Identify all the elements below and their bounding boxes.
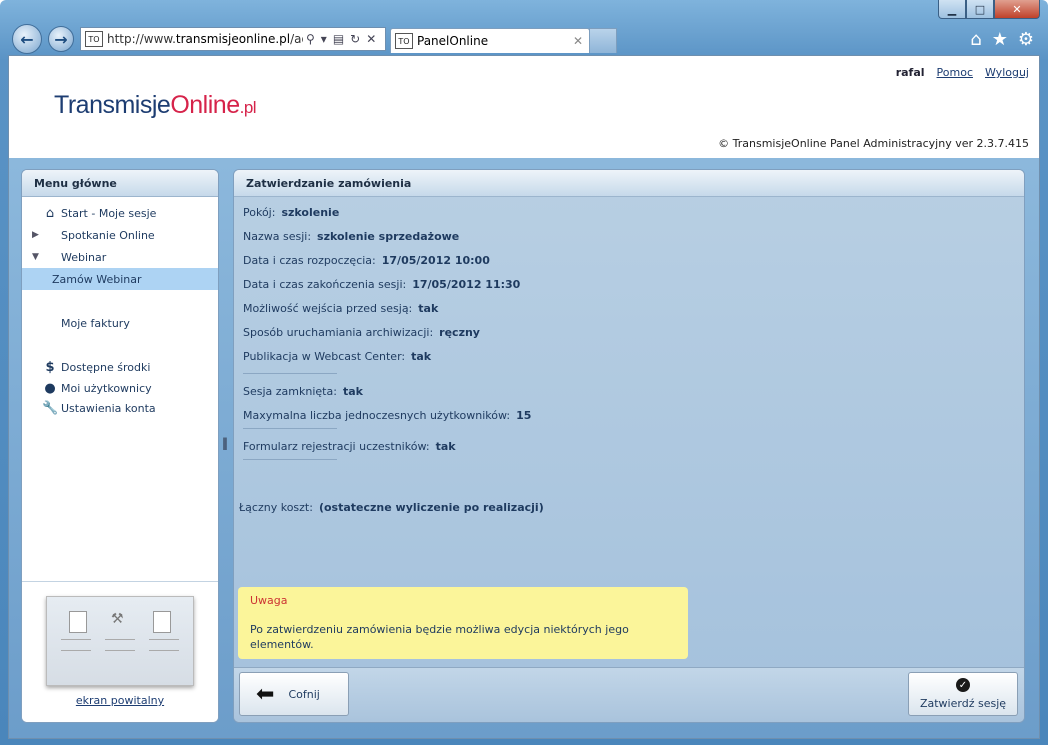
help-link[interactable]: Pomoc: [937, 66, 973, 79]
sidebar-item-label: Moi użytkownicy: [61, 381, 152, 395]
address-bar[interactable]: TO http://www.transmisjeonline.pl/adm ⚲ …: [80, 27, 386, 51]
tab-close-icon[interactable]: ✕: [573, 34, 583, 48]
site-favicon-icon: TO: [85, 31, 103, 47]
divider: [243, 428, 337, 429]
warning-text: Po zatwierdzeniu zamówienia będzie możli…: [250, 623, 629, 651]
copyright-text: © TransmisjeOnline Panel Administracyjny…: [718, 137, 1029, 150]
sidebar-item-label: Spotkanie Online: [61, 228, 155, 242]
page-title: Zatwierdzanie zamówienia: [234, 170, 1024, 197]
arrow-left-icon: ←: [20, 29, 34, 49]
sidebar-item-moi-uzytkownicy[interactable]: ● Moi użytkownicy: [22, 378, 218, 398]
user-icon: ●: [44, 380, 56, 396]
panel-splitter-handle[interactable]: ‖: [222, 436, 228, 456]
url-prefix: http://www.: [107, 32, 176, 46]
field-webcast-publication: Publikacja w Webcast Center: tak: [243, 350, 432, 363]
user-links: rafal Pomoc Wyloguj: [896, 66, 1029, 79]
field-start-datetime: Data i czas rozpoczęcia: 17/05/2012 10:00: [243, 254, 490, 267]
sidebar-item-label: Start - Moje sesje: [61, 206, 157, 220]
confirm-button-label: Zatwierdź sesję: [919, 697, 1007, 710]
field-early-entry: Możliwość wejścia przed sesją: tak: [243, 302, 439, 315]
browser-window: ▁ □ ✕ ← → TO http://www.transmisjeonline…: [0, 0, 1048, 745]
sidebar-item-label: Webinar: [61, 250, 107, 264]
total-cost: Łączny koszt: (ostateczne wyliczenie po r…: [239, 501, 544, 514]
home-icon[interactable]: ⌂: [970, 29, 981, 50]
checkmark-icon: ✓: [956, 678, 970, 692]
minimize-button[interactable]: ▁: [938, 0, 966, 19]
url-domain: transmisjeonline.pl: [175, 32, 291, 46]
warning-title: Uwaga: [250, 594, 288, 607]
warning-box: Uwaga Po zatwierdzeniu zamówienia będzie…: [238, 587, 688, 659]
confirm-session-button[interactable]: ✓ Zatwierdź sesję: [908, 672, 1018, 716]
sidebar-panel: Menu główne ⌂ Start - Moje sesje ▶ Spotk…: [21, 169, 219, 723]
tab-favicon-icon: TO: [395, 33, 413, 49]
expand-arrow-icon[interactable]: ▶: [32, 230, 39, 240]
site-logo[interactable]: TransmisjeOnline.pl: [54, 91, 257, 120]
username: rafal: [895, 66, 925, 79]
sidebar-menu: ⌂ Start - Moje sesje ▶ Spotkanie Online …: [22, 197, 218, 418]
sidebar-item-webinar[interactable]: ▼ Webinar: [22, 246, 218, 268]
field-closed-session: Sesja zamknięta: tak: [243, 385, 363, 398]
field-max-users: Maxymalna liczba jednoczesnych użytkowni…: [243, 409, 532, 422]
browser-toolbar-icons: ⌂ ★ ⚙: [970, 29, 1034, 50]
arrow-left-icon: ⬅: [256, 681, 275, 707]
welcome-screen-link[interactable]: ekran powitalny: [22, 694, 218, 707]
action-toolbar: ⬅ Cofnij ✓ Zatwierdź sesję: [234, 667, 1024, 722]
field-room: Pokój: szkolenie: [243, 206, 340, 219]
sidebar-item-zamow-webinar[interactable]: Zamów Webinar: [22, 268, 218, 290]
dollar-icon: $: [45, 359, 55, 375]
logo-text-transmisje: Transmisje: [54, 91, 171, 119]
arrow-right-icon: →: [54, 29, 68, 49]
collapse-arrow-icon[interactable]: ▼: [32, 252, 39, 262]
divider: [243, 373, 337, 374]
order-confirmation-panel: Zatwierdzanie zamówienia Pokój: szkolenie…: [233, 169, 1025, 723]
sidebar-item-label: Moje faktury: [61, 316, 130, 330]
compat-view-icon[interactable]: ▤: [333, 32, 344, 46]
tab-title: PanelOnline: [417, 34, 489, 48]
welcome-screen-section: ⚒ ekran powitalny: [22, 581, 218, 722]
logo-text-online: Online: [170, 91, 240, 119]
browser-tab[interactable]: TO PanelOnline ✕: [390, 28, 590, 53]
field-session-name: Nazwa sesji: szkolenie sprzedażowe: [243, 230, 460, 243]
back-button[interactable]: ⬅ Cofnij: [239, 672, 349, 716]
sidebar-item-spotkanie-online[interactable]: ▶ Spotkanie Online: [22, 224, 218, 246]
search-icon[interactable]: ⚲: [306, 32, 315, 46]
new-tab-button[interactable]: [589, 28, 617, 53]
home-icon: ⌂: [45, 205, 55, 221]
back-button-label: Cofnij: [288, 687, 320, 701]
refresh-icon[interactable]: ↻: [350, 32, 360, 46]
sidebar-item-label: Zamów Webinar: [52, 272, 142, 286]
tools-gear-icon[interactable]: ⚙: [1018, 29, 1034, 50]
wrench-icon: ⚒: [111, 611, 124, 627]
window-controls: ▁ □ ✕: [938, 0, 1040, 19]
sidebar-item-label: Ustawienia konta: [61, 401, 156, 415]
page-content: TransmisjeOnline.pl rafal Pomoc Wyloguj …: [8, 55, 1040, 739]
sidebar-title: Menu główne: [22, 170, 218, 197]
field-registration-form: Formularz rejestracji uczestników: tak: [243, 440, 456, 453]
divider: [243, 459, 337, 460]
sidebar-item-dostepne-srodki[interactable]: $ Dostępne środki: [22, 356, 218, 378]
page-header: TransmisjeOnline.pl rafal Pomoc Wyloguj …: [9, 56, 1039, 158]
dropdown-icon[interactable]: ▾: [321, 32, 327, 46]
url-text[interactable]: http://www.transmisjeonline.pl/adm: [107, 32, 303, 46]
logo-text-pl: .pl: [239, 98, 257, 117]
stop-icon[interactable]: ✕: [366, 32, 376, 46]
sidebar-item-label: Dostępne środki: [61, 360, 151, 374]
field-end-datetime: Data i czas zakończenia sesji: 17/05/2012…: [243, 278, 521, 291]
maximize-button[interactable]: □: [966, 0, 994, 19]
sidebar-item-moje-faktury[interactable]: Moje faktury: [22, 312, 218, 334]
field-archiving-mode: Sposób uruchamiania archiwizacji: ręczny: [243, 326, 480, 339]
logout-link[interactable]: Wyloguj: [985, 66, 1029, 79]
sidebar-item-ustawienia-konta[interactable]: 🔧 Ustawienia konta: [22, 398, 218, 418]
welcome-screen-thumbnail[interactable]: ⚒: [46, 596, 194, 686]
main-area: Menu główne ⌂ Start - Moje sesje ▶ Spotk…: [9, 158, 1039, 738]
sidebar-item-start[interactable]: ⌂ Start - Moje sesje: [22, 202, 218, 224]
wrench-icon: 🔧: [42, 400, 59, 416]
url-path: /adm: [290, 32, 303, 46]
back-nav-button[interactable]: ←: [12, 24, 42, 54]
order-details: Pokój: szkolenie Nazwa sesji: szkolenie sp…: [243, 206, 531, 471]
forward-nav-button[interactable]: →: [48, 26, 74, 52]
close-window-button[interactable]: ✕: [994, 0, 1040, 19]
favorites-star-icon[interactable]: ★: [992, 29, 1008, 50]
